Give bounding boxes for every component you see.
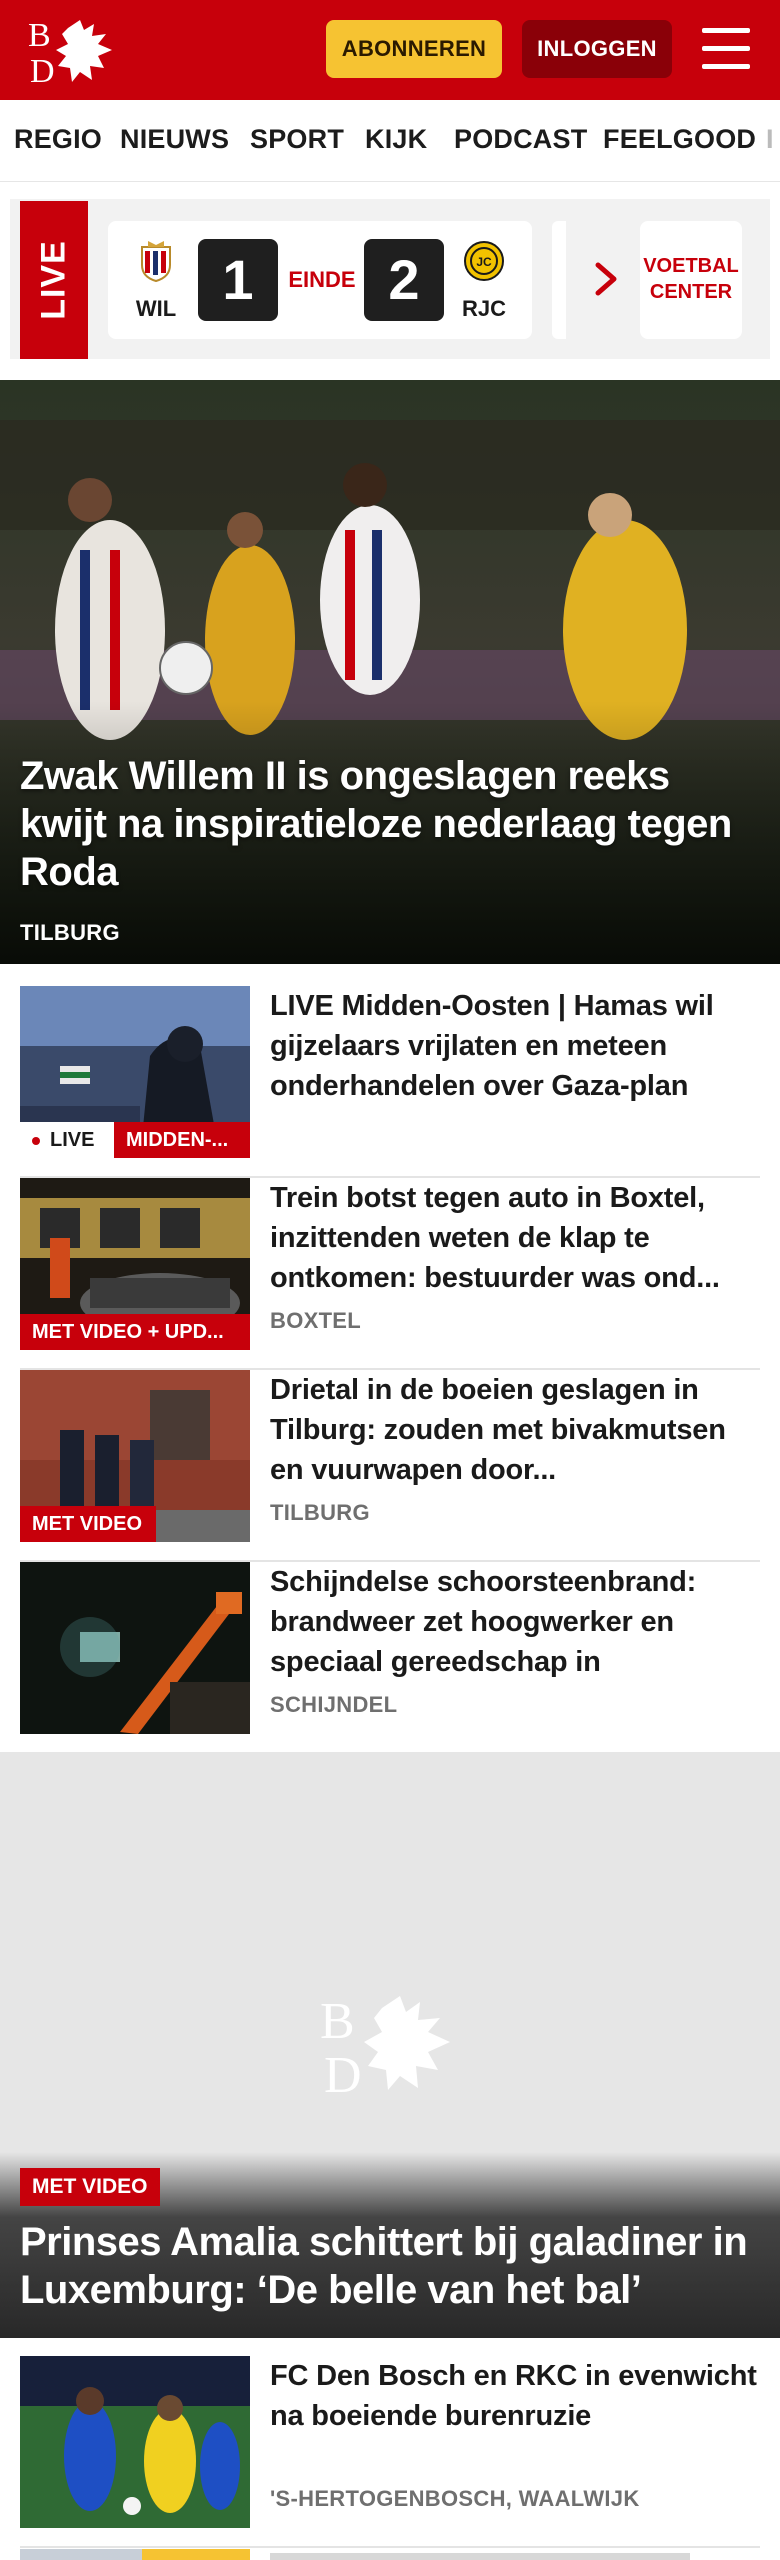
chevron-right-icon[interactable]: [592, 259, 622, 299]
featured-article[interactable]: B D MET VIDEO Prinses Amalia schittert b…: [0, 1752, 780, 2338]
category-badge: MET VIDEO: [20, 2168, 160, 2206]
list-item[interactable]: Schijndelse schoorsteenbrand: brandweer …: [20, 1562, 760, 1754]
willem-ii-crest-icon: [141, 241, 171, 283]
list-item-partial[interactable]: [20, 2548, 760, 2560]
bd-logo-placeholder: B D: [320, 1993, 450, 2098]
article-location: TILBURG: [270, 1500, 370, 1525]
away-team: JC RJC: [454, 239, 514, 322]
nav-item-feelgood[interactable]: FEELGOOD: [603, 124, 756, 155]
home-team: WIL: [126, 239, 186, 322]
live-label: LIVE: [20, 201, 88, 359]
hero-article[interactable]: Zwak Willem II is ongeslagen reeks kwijt…: [0, 380, 780, 964]
bd-logo[interactable]: B D: [28, 16, 120, 86]
nav-item-nieuws[interactable]: NIEUWS: [120, 124, 229, 155]
nav-item-overflow[interactable]: I: [766, 124, 774, 155]
article-title: Trein botst tegen auto in Boxtel, inzitt…: [270, 1182, 720, 1294]
article-title: FC Den Bosch en RKC in evenwicht na boei…: [270, 2360, 757, 2432]
list-item[interactable]: MET VIDEO + UPD... Trein botst tegen aut…: [20, 1178, 760, 1370]
article-thumbnail: MET VIDEO: [20, 1370, 250, 1542]
site-header: B D ABONNEREN INLOGGEN: [0, 0, 780, 100]
home-team-abbr: WIL: [135, 296, 177, 321]
article-location: 'S-HERTOGENBOSCH, WAALWIJK: [270, 2486, 640, 2511]
article-thumbnail: MET VIDEO + UPD...: [20, 1178, 250, 1350]
category-badge: MET VIDEO + UPD...: [20, 1314, 250, 1350]
next-match-card-stub[interactable]: [552, 221, 566, 339]
category-badge: MET VIDEO: [20, 1506, 156, 1542]
away-team-abbr: RJC: [461, 296, 506, 321]
nav-item-podcast[interactable]: PODCAST: [454, 124, 587, 155]
article-location: BOXTEL: [270, 1308, 362, 1333]
section-nav: REGIO NIEUWS SPORT KIJK PODCAST FEELGOOD…: [0, 100, 780, 182]
hero-title: Zwak Willem II is ongeslagen reeks kwijt…: [20, 754, 732, 894]
list-item[interactable]: LIVE MIDDEN-... LIVE Midden-Oosten | Ham…: [20, 986, 760, 1178]
match-status: EINDE: [288, 267, 356, 292]
away-score: 2: [364, 239, 444, 321]
subscribe-button[interactable]: ABONNEREN: [326, 20, 502, 78]
list-item[interactable]: FC Den Bosch en RKC in evenwicht na boei…: [20, 2356, 760, 2548]
live-score-strip: LIVE WIL 1 EINDE 2 JC RJC VOETBAL CENTER: [10, 199, 770, 359]
roda-jc-crest-icon: JC: [464, 241, 504, 281]
article-thumbnail: LIVE MIDDEN-...: [20, 986, 250, 1158]
svg-text:B: B: [28, 17, 51, 54]
svg-text:D: D: [324, 2047, 362, 2098]
article-location: SCHIJNDEL: [270, 1692, 398, 1717]
hamburger-icon[interactable]: [700, 24, 752, 74]
live-badge: LIVE: [20, 1122, 114, 1158]
nav-item-regio[interactable]: REGIO: [14, 124, 102, 155]
article-title: Drietal in de boeien geslagen in Tilburg…: [270, 1374, 726, 1486]
article-thumbnail: [20, 2356, 250, 2528]
article-title: Schijndelse schoorsteenbrand: brandweer …: [270, 1566, 697, 1678]
feature-title: Prinses Amalia schittert bij galadiner i…: [20, 2220, 748, 2312]
svg-text:B: B: [320, 1993, 355, 2050]
voetbal-center-button[interactable]: VOETBAL CENTER: [640, 221, 742, 339]
home-score: 1: [198, 239, 278, 321]
article-title: LIVE Midden-Oosten | Hamas wil gijzelaar…: [270, 990, 714, 1102]
svg-text:JC: JC: [476, 255, 492, 269]
login-button[interactable]: INLOGGEN: [522, 20, 672, 78]
svg-text:D: D: [30, 53, 55, 86]
list-item[interactable]: MET VIDEO Drietal in de boeien geslagen …: [20, 1370, 760, 1562]
nav-item-kijk[interactable]: KIJK: [365, 124, 427, 155]
match-card[interactable]: WIL 1 EINDE 2 JC RJC: [108, 221, 532, 339]
hero-location: TILBURG: [20, 920, 120, 945]
category-badge: MIDDEN-...: [114, 1122, 250, 1158]
article-thumbnail: [20, 1562, 250, 1734]
nav-item-sport[interactable]: SPORT: [250, 124, 344, 155]
